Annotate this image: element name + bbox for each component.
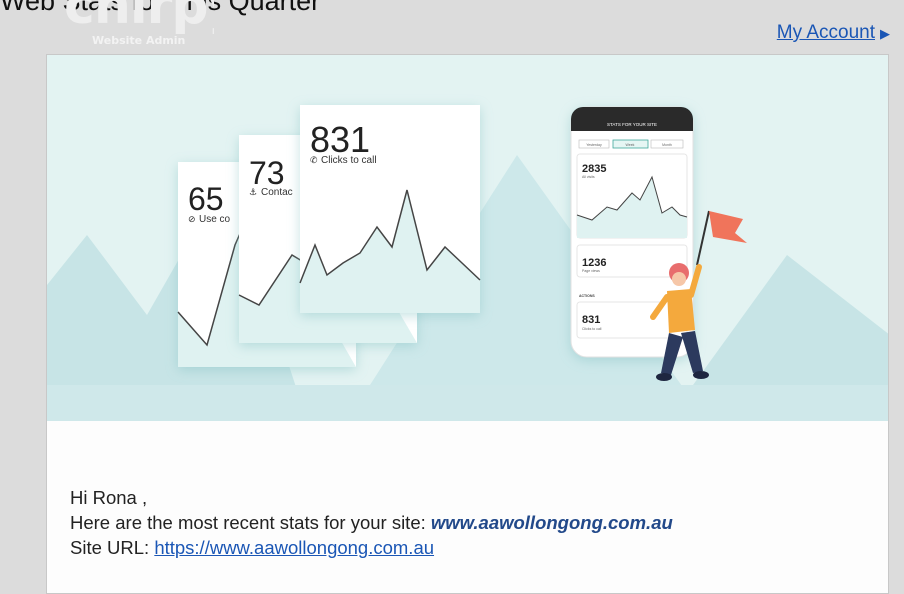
phone-section-label: ACTIONS <box>579 294 595 298</box>
brand-logo-wordmark: chirpy. <box>64 0 214 36</box>
intro-line: Here are the most recent stats for your … <box>70 510 673 535</box>
stat-card-label: Clicks to call <box>321 155 377 166</box>
stat-card-value: 73 <box>249 155 285 191</box>
brand-subtitle: Website Admin <box>92 34 186 46</box>
phone-stat-main-value: 2835 <box>582 163 606 175</box>
phone-tab-week: Week <box>626 143 635 147</box>
stat-card-value: 65 <box>188 181 224 217</box>
email-panel: 65 ⊘ Use co 73 ⚓ Contac 831 ✆ Clicks to … <box>46 54 889 594</box>
anchor-icon: ⚓ <box>249 188 257 198</box>
phone-stat-mid-value: 1236 <box>582 257 606 269</box>
phone-tab-yesterday: Yesterday <box>586 143 602 147</box>
intro-text: Here are the most recent stats for your … <box>70 512 426 533</box>
my-account-label: My Account <box>776 22 875 43</box>
my-account-link[interactable]: My Account ▶ <box>777 22 890 44</box>
greeting-line: Hi Rona , <box>70 487 148 508</box>
site-name: www.aawollongong.com.au <box>430 512 673 533</box>
phone-icon: ✆ <box>310 156 318 166</box>
hero-illustration: 65 ⊘ Use co 73 ⚓ Contac 831 ✆ Clicks to … <box>47 55 888 421</box>
stat-card-label: Contac <box>261 187 293 198</box>
site-url-label: Site URL: <box>70 537 150 558</box>
stat-card-label: Use co <box>199 214 231 225</box>
triangle-right-icon: ▶ <box>880 26 890 41</box>
site-url-line: Site URL: https://www.aawollongong.com.a… <box>70 535 673 560</box>
phone-stat-low-value: 831 <box>582 314 600 326</box>
site-url-link[interactable]: https://www.aawollongong.com.au <box>154 537 434 558</box>
phone-tab-month: Month <box>662 143 672 147</box>
phone-stat-main-label: All visits <box>582 175 595 179</box>
phone-stat-low-label: Clicks to call <box>582 327 602 331</box>
brand-logo: chirpy. Website Admin <box>64 0 214 46</box>
email-greeting-block: Hi Rona , Here are the most recent stats… <box>70 485 673 560</box>
phone-header: STATS FOR YOUR SITE <box>607 122 657 127</box>
stat-card-value: 831 <box>310 119 370 160</box>
phone-stat-mid-label: Page views <box>582 269 600 273</box>
tag-icon: ⊘ <box>188 215 196 225</box>
